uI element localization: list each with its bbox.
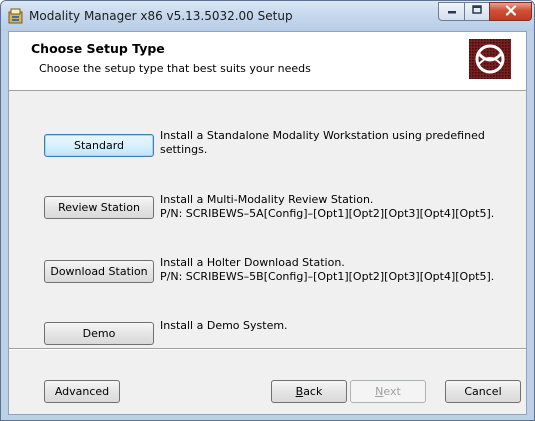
close-button[interactable] <box>489 2 532 21</box>
maximize-button[interactable] <box>464 2 490 21</box>
back-accelerator: B <box>295 385 304 398</box>
demo-description: Install a Demo System. <box>160 319 288 333</box>
standard-button[interactable]: Standard <box>44 134 154 157</box>
next-accelerator: N <box>375 385 384 398</box>
demo-button[interactable]: Demo <box>44 322 154 345</box>
dialog-client: Choose Setup Type Choose the setup type … <box>8 31 527 415</box>
demo-description-line1: Install a Demo System. <box>160 319 288 332</box>
minimize-button[interactable] <box>438 2 465 21</box>
installer-package-icon <box>8 8 24 24</box>
next-button: Next <box>350 380 426 403</box>
review-station-description-line1: Install a Multi-Modality Review Station. <box>160 193 374 206</box>
header-banner: Choose Setup Type Choose the setup type … <box>9 32 526 91</box>
footer-separator <box>9 348 526 350</box>
back-label-rest: ack <box>303 385 323 398</box>
close-icon <box>505 4 517 19</box>
setup-window: Modality Manager x86 v5.13.5032.00 Setup… <box>0 0 535 421</box>
page-subtitle: Choose the setup type that best suits yo… <box>39 62 311 75</box>
standard-description-line1: Install a Standalone Modality Workstatio… <box>160 129 485 142</box>
window-title: Modality Manager x86 v5.13.5032.00 Setup <box>29 9 293 23</box>
advanced-button[interactable]: Advanced <box>44 380 120 403</box>
review-station-description: Install a Multi-Modality Review Station.… <box>160 193 494 221</box>
download-station-description: Install a Holter Download Station. P/N: … <box>160 256 494 284</box>
standard-description-line2: settings. <box>160 143 208 156</box>
review-station-button[interactable]: Review Station <box>44 196 154 219</box>
review-station-description-line2: P/N: SCRIBEWS–5A[Config]–[Opt1][Opt2][Op… <box>160 207 495 220</box>
download-station-description-line2: P/N: SCRIBEWS–5B[Config]–[Opt1][Opt2][Op… <box>160 270 495 283</box>
next-label-rest: ext <box>383 385 401 398</box>
back-button[interactable]: Back <box>271 380 347 403</box>
maximize-icon <box>472 5 482 18</box>
page-title: Choose Setup Type <box>31 41 165 56</box>
cancel-button[interactable]: Cancel <box>445 380 521 403</box>
setup-logo-icon <box>469 39 511 79</box>
minimize-icon <box>447 5 457 18</box>
download-station-button[interactable]: Download Station <box>44 260 154 283</box>
download-station-description-line1: Install a Holter Download Station. <box>160 256 345 269</box>
standard-description: Install a Standalone Modality Workstatio… <box>160 129 485 157</box>
title-bar[interactable]: Modality Manager x86 v5.13.5032.00 Setup <box>1 1 534 31</box>
